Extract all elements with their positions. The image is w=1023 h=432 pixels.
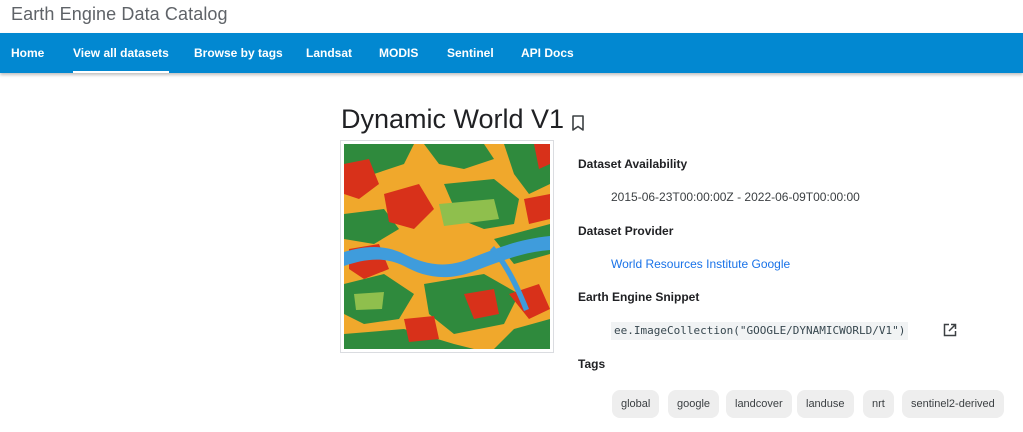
tag-chip-landcover[interactable]: landcover bbox=[726, 390, 792, 418]
snippet-code[interactable]: ee.ImageCollection("GOOGLE/DYNAMICWORLD/… bbox=[611, 322, 909, 340]
nav-item-api-docs[interactable]: API Docs bbox=[521, 33, 574, 73]
tags-label: Tags bbox=[578, 357, 606, 371]
nav-item-view-all-datasets[interactable]: View all datasets bbox=[73, 33, 169, 73]
tag-chip-global[interactable]: global bbox=[612, 390, 660, 418]
page-title: Dynamic World V1 bbox=[341, 104, 565, 134]
availability-label: Dataset Availability bbox=[578, 157, 688, 171]
provider-label: Dataset Provider bbox=[578, 224, 674, 238]
availability-value: 2015-06-23T00:00:00Z - 2022-06-09T00:00:… bbox=[611, 190, 860, 204]
provider-link[interactable]: World Resources Institute Google bbox=[611, 257, 790, 271]
nav-item-modis[interactable]: MODIS bbox=[379, 33, 418, 73]
snippet-label: Earth Engine Snippet bbox=[578, 290, 700, 304]
tag-chip-nrt[interactable]: nrt bbox=[863, 390, 894, 418]
tag-chip-landuse[interactable]: landuse bbox=[797, 390, 854, 418]
open-in-new-icon[interactable] bbox=[943, 323, 957, 337]
nav-item-landsat[interactable]: Landsat bbox=[306, 33, 352, 73]
nav-item-home[interactable]: Home bbox=[11, 33, 44, 73]
dataset-thumbnail bbox=[340, 140, 554, 353]
top-navbar: Home View all datasets Browse by tags La… bbox=[0, 33, 1023, 73]
nav-item-browse-by-tags[interactable]: Browse by tags bbox=[194, 33, 283, 73]
nav-item-sentinel[interactable]: Sentinel bbox=[447, 33, 494, 73]
bookmark-icon[interactable] bbox=[570, 114, 586, 132]
tag-chip-google[interactable]: google bbox=[668, 390, 720, 418]
tag-chip-sentinel2-derived[interactable]: sentinel2-derived bbox=[902, 390, 1004, 418]
site-title[interactable]: Earth Engine Data Catalog bbox=[11, 4, 228, 25]
